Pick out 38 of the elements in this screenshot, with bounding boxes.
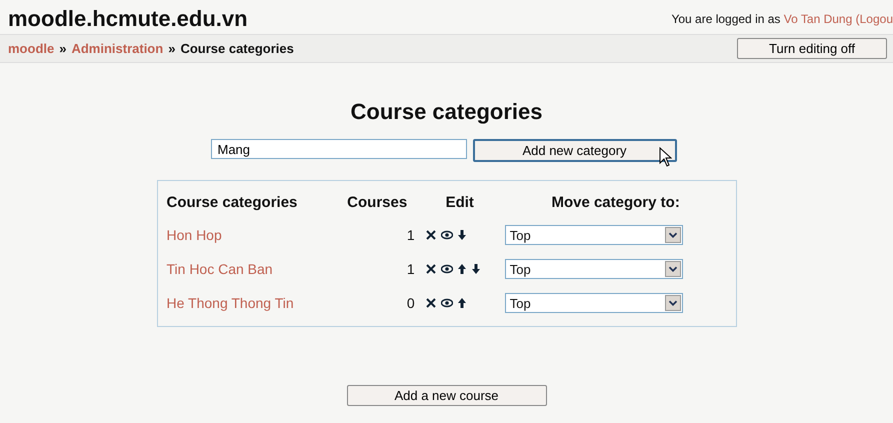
delete-icon[interactable] (424, 229, 437, 241)
category-link[interactable]: Tin Hoc Can Ban (166, 261, 273, 277)
course-count: 1 (406, 226, 416, 245)
course-count: 0 (406, 294, 416, 313)
column-header: Course categories (166, 193, 298, 212)
up-arrow-icon[interactable] (456, 263, 467, 275)
category-name-field[interactable]: Mang (210, 139, 466, 159)
eye-icon[interactable] (440, 264, 453, 274)
category-link[interactable]: Hon Hop (166, 227, 222, 243)
page-heading: Course categories (350, 99, 544, 125)
breadcrumb-separator: » (59, 41, 66, 56)
login-info: You are logged in as Vo Tan Dung (Logou (671, 12, 893, 28)
column-header: Courses (346, 193, 408, 212)
mouse-pointer-icon (659, 147, 672, 167)
down-arrow-icon[interactable] (456, 229, 467, 241)
breadcrumb-link[interactable]: moodle (8, 41, 54, 56)
add-course-button[interactable]: Add a new course (346, 385, 546, 406)
breadcrumb-separator: » (168, 41, 176, 56)
eye-icon[interactable] (440, 230, 453, 240)
down-arrow-icon[interactable] (470, 263, 481, 275)
column-header: Move category to: (550, 193, 681, 212)
site-title: moodle.hcmute.edu.vn (8, 6, 248, 32)
column-header: Edit (444, 193, 475, 212)
turn-editing-off-button[interactable]: Turn editing off (737, 38, 887, 59)
breadcrumb-link[interactable]: Administration (71, 41, 164, 56)
move-category-select[interactable]: Top (504, 259, 683, 279)
eye-icon[interactable] (440, 298, 453, 308)
course-count: 1 (406, 260, 416, 279)
add-category-button[interactable]: Add new category (472, 139, 676, 162)
category-link[interactable]: He Thong Thong Tin (166, 295, 294, 311)
user-link[interactable]: Vo Tan Dung (784, 12, 852, 26)
move-category-select[interactable]: Top (504, 225, 683, 245)
move-category-select[interactable]: Top (504, 293, 683, 313)
up-arrow-icon[interactable] (456, 297, 467, 309)
logout-link[interactable]: (Logou (856, 12, 893, 26)
breadcrumb-current: Course categories (180, 41, 294, 56)
delete-icon[interactable] (424, 297, 437, 309)
delete-icon[interactable] (424, 263, 437, 275)
